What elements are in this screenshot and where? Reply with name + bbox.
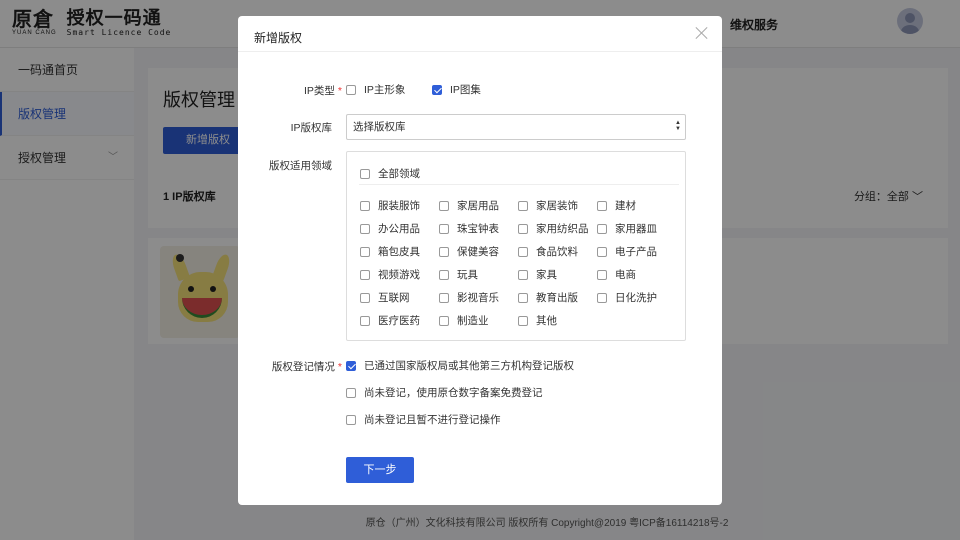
checkbox[interactable] [597, 269, 607, 280]
domain-option[interactable]: 家用纺织品 [518, 221, 589, 236]
checkbox[interactable] [518, 315, 528, 326]
checkbox[interactable] [597, 292, 607, 303]
registration-option-registered[interactable]: 已通过国家版权局或其他第三方机构登记版权 [346, 358, 574, 373]
domain-label: 版权适用领域 [269, 160, 332, 172]
checkbox-checked[interactable] [432, 84, 442, 95]
close-icon[interactable] [694, 25, 710, 41]
checkbox[interactable] [360, 269, 370, 280]
domain-option[interactable]: 保健美容 [439, 244, 499, 259]
domain-option[interactable]: 电子产品 [597, 244, 657, 259]
domain-option[interactable]: 其他 [518, 313, 557, 328]
checkbox[interactable] [439, 200, 449, 211]
checkbox[interactable] [518, 269, 528, 280]
domain-option[interactable]: 影视音乐 [439, 290, 499, 305]
checkbox[interactable] [439, 292, 449, 303]
ip-type-option-main[interactable]: IP主形象 [346, 82, 405, 97]
ip-library-label: IP版权库 [290, 122, 332, 134]
checkbox[interactable] [346, 84, 356, 95]
next-step-button[interactable]: 下一步 [346, 457, 414, 483]
checkbox[interactable] [439, 246, 449, 257]
registration-option-none[interactable]: 尚未登记且暂不进行登记操作 [346, 412, 501, 427]
select-arrows-icon: ▲ ▼ [675, 120, 681, 132]
checkbox[interactable] [360, 223, 370, 234]
domain-option[interactable]: 办公用品 [360, 221, 420, 236]
checkbox-checked[interactable] [346, 360, 356, 371]
checkbox[interactable] [346, 387, 356, 398]
domain-option[interactable]: 日化洗护 [597, 290, 657, 305]
checkbox[interactable] [439, 315, 449, 326]
domain-option[interactable]: 玩具 [439, 267, 478, 282]
checkbox[interactable] [597, 223, 607, 234]
checkbox[interactable] [439, 269, 449, 280]
domain-option[interactable]: 箱包皮具 [360, 244, 420, 259]
divider [359, 184, 679, 185]
domain-option[interactable]: 珠宝钟表 [439, 221, 499, 236]
domain-option[interactable]: 家居装饰 [518, 198, 578, 213]
add-copyright-dialog: 新增版权 IP类型 * IP主形象 IP图集 IP版权库 选择版权库 ▲ ▼ 版权适… [238, 16, 722, 505]
domain-option[interactable]: 互联网 [360, 290, 410, 305]
ip-type-label: IP类型 * [303, 85, 342, 97]
ip-type-option-gallery[interactable]: IP图集 [432, 82, 481, 97]
domain-option[interactable]: 食品饮料 [518, 244, 578, 259]
domain-all-option[interactable]: 全部领域 [360, 166, 420, 181]
checkbox[interactable] [360, 200, 370, 211]
ip-library-select[interactable]: 选择版权库 ▲ ▼ [346, 114, 686, 140]
dialog-header: 新增版权 [238, 16, 722, 52]
registration-label: 版权登记情况 * [271, 361, 342, 373]
domain-option[interactable]: 医疗医药 [360, 313, 420, 328]
checkbox[interactable] [597, 200, 607, 211]
checkbox[interactable] [518, 200, 528, 211]
checkbox[interactable] [360, 315, 370, 326]
checkbox[interactable] [360, 168, 370, 179]
checkbox[interactable] [597, 246, 607, 257]
domain-option[interactable]: 家用器皿 [597, 221, 657, 236]
domain-option[interactable]: 教育出版 [518, 290, 578, 305]
checkbox[interactable] [518, 223, 528, 234]
required-mark: * [337, 85, 342, 97]
checkbox[interactable] [439, 223, 449, 234]
checkbox[interactable] [518, 292, 528, 303]
domain-checkbox-group: 全部领域 服装服饰 家居用品 家居装饰 建材 办公用品 珠宝钟表 家用纺织品 家… [346, 151, 686, 341]
checkbox[interactable] [360, 246, 370, 257]
required-mark: * [337, 361, 342, 373]
checkbox[interactable] [346, 414, 356, 425]
domain-option[interactable]: 建材 [597, 198, 636, 213]
domain-option[interactable]: 家具 [518, 267, 557, 282]
registration-option-free[interactable]: 尚未登记，使用原仓数字备案免费登记 [346, 385, 543, 400]
checkbox[interactable] [360, 292, 370, 303]
dialog-title: 新增版权 [254, 31, 303, 45]
domain-option[interactable]: 电商 [597, 267, 636, 282]
domain-option[interactable]: 视频游戏 [360, 267, 420, 282]
checkbox[interactable] [518, 246, 528, 257]
domain-option[interactable]: 家居用品 [439, 198, 499, 213]
domain-option[interactable]: 制造业 [439, 313, 489, 328]
domain-option[interactable]: 服装服饰 [360, 198, 420, 213]
